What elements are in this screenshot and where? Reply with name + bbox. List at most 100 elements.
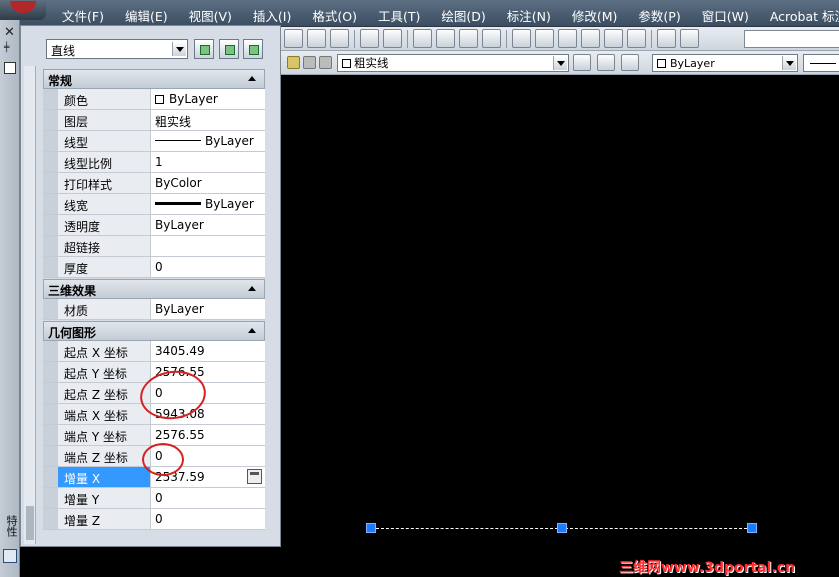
row-gutter — [43, 110, 58, 130]
menu-item[interactable]: 工具(T) — [378, 6, 441, 25]
property-value[interactable]: ByLayer — [151, 89, 265, 109]
calculator-icon[interactable] — [247, 469, 262, 484]
property-row[interactable]: 透明度 ByLayer — [43, 215, 265, 236]
property-value[interactable]: ByLayer — [151, 194, 265, 214]
chevron-down-icon[interactable] — [553, 56, 567, 70]
property-value[interactable]: ByLayer — [151, 215, 265, 235]
toggle-pickadd-icon[interactable] — [194, 39, 214, 59]
property-value[interactable]: 0 — [151, 257, 265, 277]
property-row[interactable]: 材质 ByLayer — [43, 299, 265, 320]
property-value[interactable]: 0 — [151, 488, 265, 508]
end-grip[interactable] — [747, 523, 757, 533]
layer-lock-icon[interactable] — [319, 56, 332, 69]
property-value[interactable]: ByColor — [151, 173, 265, 193]
property-row[interactable]: 线宽 ByLayer — [43, 194, 265, 215]
midpoint-grip[interactable] — [557, 523, 567, 533]
section-header[interactable]: 几何图形 — [43, 321, 265, 341]
sheet-set-icon[interactable] — [581, 29, 600, 48]
menu-item[interactable]: 格式(O) — [312, 6, 378, 25]
menu-item[interactable]: 插入(I) — [253, 6, 312, 25]
help-icon[interactable] — [657, 29, 676, 48]
chevron-down-icon[interactable] — [172, 42, 186, 56]
markup-icon[interactable] — [604, 29, 623, 48]
layer-on-icon[interactable] — [287, 56, 300, 69]
layer-states-icon[interactable] — [621, 54, 639, 71]
toolbar-separator — [407, 29, 408, 48]
tool-palettes-icon[interactable] — [558, 29, 577, 48]
select-objects-icon[interactable] — [219, 39, 239, 59]
zoom-previous-icon[interactable] — [482, 29, 501, 48]
collapse-icon[interactable] — [248, 328, 256, 333]
property-row[interactable]: 增量 Z 0 — [43, 509, 265, 530]
row-gutter — [43, 362, 58, 382]
property-row[interactable]: 线型比例 1 — [43, 152, 265, 173]
property-row[interactable]: 颜色 ByLayer — [43, 89, 265, 110]
collapse-icon[interactable] — [248, 286, 256, 291]
property-value[interactable] — [151, 236, 265, 256]
pan-icon[interactable] — [413, 29, 432, 48]
design-center-icon[interactable] — [535, 29, 554, 48]
property-label: 端点 Z 坐标 — [58, 446, 151, 466]
palette-menu-icon[interactable] — [4, 62, 16, 74]
paste-icon[interactable] — [307, 29, 326, 48]
text-style-combo[interactable] — [744, 30, 839, 48]
property-value[interactable]: 0 — [151, 509, 265, 529]
menu-item[interactable]: 参数(P) — [638, 6, 701, 25]
application-menu-button[interactable] — [0, 0, 46, 20]
undo-icon[interactable] — [360, 29, 379, 48]
auto-hide-icon[interactable]: ╪ — [4, 43, 9, 53]
property-value[interactable]: ByLayer — [151, 299, 265, 319]
property-row[interactable]: 端点 Y 坐标 2576.55 — [43, 425, 265, 446]
drawing-canvas[interactable] — [281, 76, 839, 577]
menu-item[interactable]: 视图(V) — [189, 6, 253, 25]
matchprop-icon[interactable] — [330, 29, 349, 48]
section-header[interactable]: 常规 — [43, 69, 265, 89]
palette-scrollbar[interactable] — [24, 66, 36, 544]
linetype-combo[interactable] — [803, 54, 839, 72]
layer-freeze-icon[interactable] — [303, 56, 316, 69]
palette-properties-icon[interactable] — [3, 549, 17, 563]
make-current-layer-icon[interactable] — [573, 54, 591, 71]
property-value[interactable]: 3405.49 — [151, 341, 265, 361]
color-combo[interactable]: ByLayer — [652, 54, 798, 72]
menu-item[interactable]: 窗口(W) — [702, 6, 770, 25]
menu-item[interactable]: 修改(M) — [572, 6, 639, 25]
layer-combo-value: 粗实线 — [354, 56, 389, 70]
menu-item[interactable]: 文件(F) — [62, 6, 125, 25]
property-row[interactable]: 厚度 0 — [43, 257, 265, 278]
collapse-icon[interactable] — [248, 76, 256, 81]
property-label: 线宽 — [58, 194, 151, 214]
property-row[interactable]: 增量 Y 0 — [43, 488, 265, 509]
property-row[interactable]: 超链接 — [43, 236, 265, 257]
chevron-down-icon[interactable] — [782, 56, 796, 70]
property-row[interactable]: 图层 粗实线 — [43, 110, 265, 131]
property-value-text: 粗实线 — [155, 115, 192, 129]
menu-item[interactable]: Acrobat 标注 — [770, 6, 839, 25]
menu-item[interactable]: 标注(N) — [507, 6, 572, 25]
text-style-icon[interactable] — [680, 29, 699, 48]
property-value[interactable]: ByLayer — [151, 131, 265, 151]
zoom-realtime-icon[interactable] — [436, 29, 455, 48]
scrollbar-thumb[interactable] — [26, 506, 34, 540]
properties-icon[interactable] — [512, 29, 531, 48]
property-value[interactable]: 粗实线 — [151, 110, 265, 130]
quick-select-icon[interactable] — [243, 39, 263, 59]
quickcalc-icon[interactable] — [627, 29, 646, 48]
close-icon[interactable]: ✕ — [4, 25, 15, 40]
layer-previous-icon[interactable] — [597, 54, 615, 71]
copy-icon[interactable] — [284, 29, 303, 48]
palette-titlebar[interactable]: ✕ ╪ 特性 — [0, 20, 20, 577]
property-row[interactable]: 线型 ByLayer — [43, 131, 265, 152]
object-type-select[interactable]: 直线 — [46, 39, 188, 59]
menu-item[interactable]: 绘图(D) — [441, 6, 506, 25]
redo-icon[interactable] — [383, 29, 402, 48]
layer-combo[interactable]: 粗实线 — [337, 54, 569, 72]
property-value[interactable]: 1 — [151, 152, 265, 172]
section-header[interactable]: 三维效果 — [43, 279, 265, 299]
property-row[interactable]: 起点 X 坐标 3405.49 — [43, 341, 265, 362]
property-value[interactable]: 2576.55 — [151, 425, 265, 445]
zoom-window-icon[interactable] — [459, 29, 478, 48]
property-row[interactable]: 打印样式 ByColor — [43, 173, 265, 194]
menu-item[interactable]: 编辑(E) — [125, 6, 189, 25]
start-grip[interactable] — [366, 523, 376, 533]
